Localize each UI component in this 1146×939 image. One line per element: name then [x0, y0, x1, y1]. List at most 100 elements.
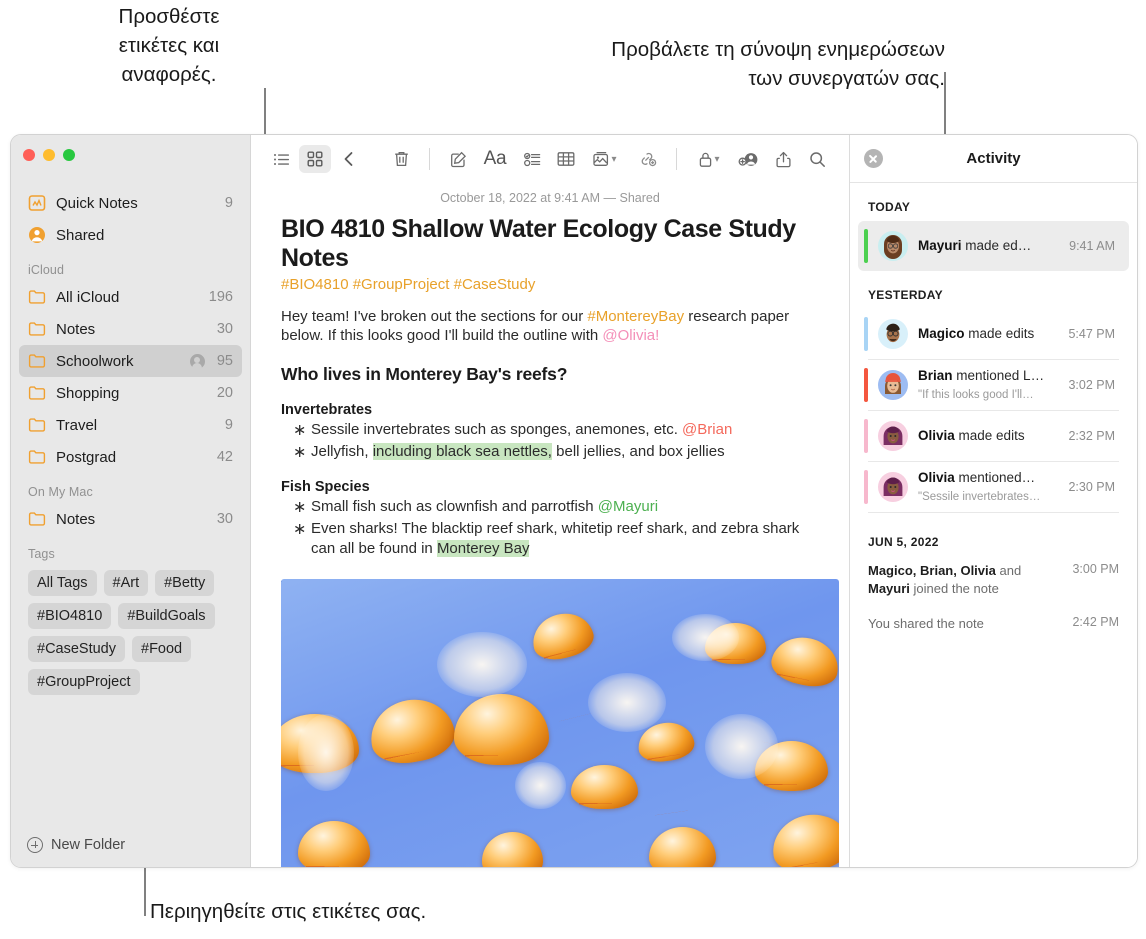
sidebar-item-count: 196	[209, 289, 233, 305]
activity-group-header-yesterday: YESTERDAY	[850, 271, 1137, 309]
tag-groupproject[interactable]: #GroupProject	[28, 669, 140, 695]
list-view-icon	[273, 151, 290, 168]
activity-quote: "If this looks good I'll…	[918, 389, 1034, 401]
tag-buildgoals[interactable]: #BuildGoals	[118, 603, 214, 629]
sidebar-item-shared[interactable]: Shared	[19, 219, 242, 251]
activity-list[interactable]: TODAY Mayuri made ed…	[850, 183, 1137, 867]
activity-row[interactable]: Magico made edits 5:47 PM	[858, 309, 1129, 359]
joined-names: Magico, Brian, Olivia	[868, 563, 996, 578]
tag-bio4810[interactable]: #BIO4810	[28, 603, 111, 629]
sidebar-item-travel[interactable]: Travel 9	[19, 409, 242, 441]
activity-line: Olivia made edits	[918, 428, 1025, 443]
activity-row[interactable]: Olivia mentioned… "Sessile invertebrates…	[858, 462, 1129, 512]
activity-row[interactable]: Brian mentioned L… "If this looks good I…	[858, 360, 1129, 410]
maximize-window-button[interactable]	[63, 149, 75, 161]
mention-brian[interactable]: @Brian	[682, 421, 732, 438]
delete-note-button[interactable]	[385, 145, 417, 173]
sidebar-item-notes-icloud[interactable]: Notes 30	[19, 313, 242, 345]
toolbar-divider-2	[676, 148, 677, 170]
format-button[interactable]: Aa	[476, 145, 514, 173]
toolbar-divider	[429, 148, 430, 170]
new-folder-button[interactable]: New Folder	[11, 823, 250, 867]
note-inline-tags[interactable]: #BIO4810 #GroupProject #CaseStudy	[281, 276, 819, 293]
sidebar-item-count: 9	[225, 195, 233, 211]
search-icon	[809, 151, 826, 168]
activity-time: 9:41 AM	[1069, 239, 1115, 253]
toolbar: Aa	[251, 135, 849, 183]
sidebar-item-label: Travel	[56, 417, 215, 434]
callout-view-activity: Προβάλετε τη σύνοψη ενημερώσεων των συνε…	[445, 35, 945, 93]
activity-person-name: Mayuri	[918, 238, 962, 253]
memoji-brian-icon	[878, 370, 908, 400]
activity-share-text: You shared the note	[868, 615, 1064, 633]
gallery-view-button[interactable]	[299, 145, 331, 173]
activity-row[interactable]: Mayuri made ed… 9:41 AM	[858, 221, 1129, 271]
folder-icon	[28, 288, 46, 306]
link-icon	[639, 151, 658, 168]
close-icon[interactable]	[864, 149, 883, 168]
list-item-text: Sessile invertebrates such as sponges, a…	[311, 421, 682, 438]
note-list-fish: Small fish such as clownfish and parrotf…	[281, 497, 819, 559]
lock-button[interactable]: ▾	[689, 145, 729, 173]
tag-betty[interactable]: #Betty	[155, 570, 214, 596]
tag-all-tags[interactable]: All Tags	[28, 570, 97, 596]
checklist-button[interactable]	[516, 145, 548, 173]
window-controls	[11, 135, 250, 173]
intro-mention-olivia[interactable]: @Olivia!	[602, 327, 659, 344]
list-item[interactable]: Even sharks! The blacktip reef shark, wh…	[281, 519, 819, 559]
tag-casestudy[interactable]: #CaseStudy	[28, 636, 125, 662]
search-button[interactable]	[801, 145, 833, 173]
sidebar-item-quick-notes[interactable]: Quick Notes 9	[19, 187, 242, 219]
compose-note-button[interactable]	[442, 145, 474, 173]
list-view-button[interactable]	[265, 145, 297, 173]
plus-circle-icon	[27, 837, 43, 853]
sidebar-list[interactable]: Quick Notes 9 Shared iCloud All iCloud 1…	[11, 173, 250, 823]
sidebar-section-header-icloud: iCloud	[19, 251, 242, 281]
note-content-area[interactable]: October 18, 2022 at 9:41 AM — Shared BIO…	[251, 183, 849, 867]
activity-color-bar	[864, 229, 868, 263]
tag-art[interactable]: #Art	[104, 570, 149, 596]
media-button[interactable]: ▾	[584, 145, 624, 173]
note-intro-paragraph[interactable]: Hey team! I've broken out the sections f…	[281, 307, 819, 347]
compose-icon	[450, 151, 467, 168]
note-title[interactable]: BIO 4810 Shallow Water Ecology Case Stud…	[281, 215, 819, 273]
sidebar-item-shopping[interactable]: Shopping 20	[19, 377, 242, 409]
share-icon	[776, 151, 791, 168]
sidebar-section-header-tags: Tags	[19, 535, 242, 565]
share-button[interactable]	[767, 145, 799, 173]
mention-mayuri[interactable]: @Mayuri	[598, 498, 658, 515]
list-item[interactable]: Small fish such as clownfish and parrotf…	[281, 497, 819, 517]
back-chevron-icon	[342, 151, 356, 167]
activity-plain-row: You shared the note 2:42 PM	[850, 609, 1137, 645]
activity-color-bar	[864, 419, 868, 453]
checklist-icon	[524, 151, 541, 168]
sidebar-item-notes-local[interactable]: Notes 30	[19, 503, 242, 535]
activity-plain-row: Magico, Brian, Olivia and Mayuri joined …	[850, 556, 1137, 609]
sidebar-item-postgrad[interactable]: Postgrad 42	[19, 441, 242, 473]
sidebar-item-all-icloud[interactable]: All iCloud 196	[19, 281, 242, 313]
close-window-button[interactable]	[23, 149, 35, 161]
memoji-mayuri-icon	[878, 231, 908, 261]
shared-folder-badge-icon	[190, 354, 205, 369]
collaborate-button[interactable]	[731, 145, 765, 173]
table-button[interactable]	[550, 145, 582, 173]
activity-color-bar	[864, 368, 868, 402]
activity-panel: Activity TODAY	[849, 135, 1137, 867]
activity-line: Brian mentioned L…	[918, 368, 1044, 383]
intro-tag-montereybay[interactable]: #MontereyBay	[587, 308, 684, 325]
activity-row[interactable]: Olivia made edits 2:32 PM	[858, 411, 1129, 461]
list-item[interactable]: Sessile invertebrates such as sponges, a…	[281, 420, 819, 440]
tag-food[interactable]: #Food	[132, 636, 191, 662]
jellyfish-photo[interactable]	[281, 579, 839, 867]
activity-group-header-today: TODAY	[850, 183, 1137, 221]
sidebar-section-header-on-my-mac: On My Mac	[19, 473, 242, 503]
minimize-window-button[interactable]	[43, 149, 55, 161]
notes-window: Quick Notes 9 Shared iCloud All iCloud 1…	[10, 134, 1138, 868]
activity-color-bar	[864, 470, 868, 504]
back-button[interactable]	[333, 145, 365, 173]
list-item[interactable]: Jellyfish, including black sea nettles, …	[281, 442, 819, 462]
sidebar-item-label: Schoolwork	[56, 353, 180, 370]
activity-group-header-jun5: JUN 5, 2022	[850, 513, 1137, 556]
link-button[interactable]	[632, 145, 664, 173]
sidebar-item-schoolwork[interactable]: Schoolwork 95	[19, 345, 242, 377]
